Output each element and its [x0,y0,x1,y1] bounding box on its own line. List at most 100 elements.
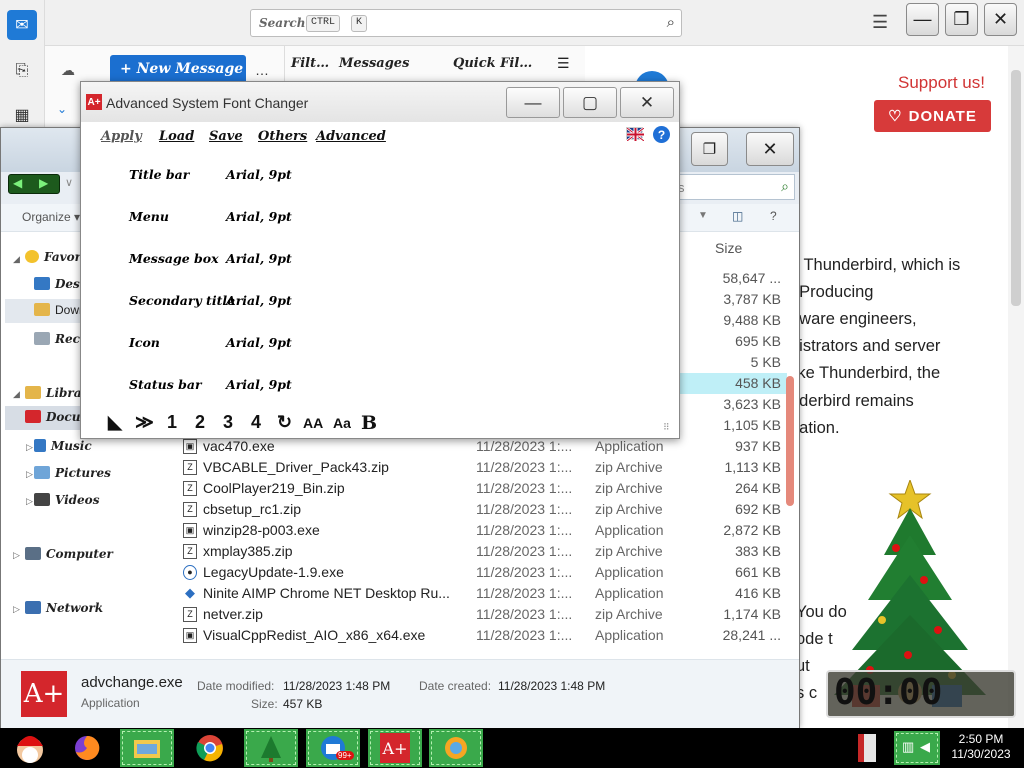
font-size-large-button[interactable]: AA [303,415,323,431]
preset-2-button[interactable]: 2 [195,412,205,433]
element-icon[interactable]: Icon [129,335,160,350]
menu-apply[interactable]: Apply [101,129,142,144]
back-forward-buttons[interactable]: ◀ ▶ [8,174,60,194]
collapse-triangle-icon[interactable]: ▷ [13,604,20,615]
app-menu-icon[interactable]: ☰ [872,12,888,33]
help-button[interactable]: ? [653,126,670,143]
preview-pane-icon[interactable]: ◫ [732,209,743,223]
nav-pictures[interactable]: Pictures [34,466,111,480]
close-button[interactable]: ✕ [984,3,1017,36]
scrollbar-thumb[interactable] [1011,70,1021,306]
back-arrow-icon[interactable]: ◀ [13,176,22,190]
font-value-menu[interactable]: Arial, 9pt [226,209,292,224]
contrast-icon[interactable]: ◣ [108,412,122,433]
file-row[interactable]: Z VBCABLE_Driver_Pack43.zip 11/28/2023 1:.… [177,457,787,478]
font-value-icon[interactable]: Arial, 9pt [226,335,292,350]
display-options-icon[interactable]: ☰ [557,55,570,72]
file-row[interactable]: ◆ Ninite AIMP Chrome NET Desktop Ru... 11/… [177,583,787,604]
minimize-button[interactable]: — [906,3,939,36]
explorer-search-input[interactable]: s ⌕ [673,174,795,200]
show-hidden-icons[interactable] [858,734,876,762]
file-row[interactable]: Zxmplay385.zip 11/28/2023 1:... zip Archiv… [177,541,787,562]
messages-label[interactable]: Messages [339,56,409,71]
file-list-scrollbar[interactable] [785,376,794,666]
preset-3-button[interactable]: 3 [223,412,233,433]
file-row[interactable]: ● LegacyUpdate-1.9.exe 11/28/2023 1:... App… [177,562,787,583]
menu-load[interactable]: Load [159,129,194,144]
forward-arrow-icon[interactable]: ▶ [39,176,48,190]
explorer-close-button[interactable]: ✕ [746,132,794,166]
global-search-input[interactable]: Search… CTRL K ⌕ [250,9,682,37]
calendar-icon[interactable]: ▦ [7,100,37,130]
help-icon[interactable]: ? [770,209,777,223]
menu-save[interactable]: Save [209,129,243,144]
preset-4-button[interactable]: 4 [251,412,261,433]
menu-others[interactable]: Others [258,129,307,144]
collapse-triangle-icon[interactable]: ▷ [26,496,33,507]
explorer-taskbar-button[interactable] [120,729,174,767]
font-value-message-box[interactable]: Arial, 9pt [226,251,292,266]
system-tray[interactable]: ▥ ◀ [894,731,940,765]
nav-network[interactable]: Network [25,601,103,615]
collapse-triangle-icon[interactable]: ▷ [26,469,33,480]
folder-pane-more[interactable]: … [255,62,269,78]
tree-app-taskbar-button[interactable] [244,729,298,767]
mail-icon[interactable]: ✉ [7,10,37,40]
address-book-icon[interactable]: ⎘ [7,56,37,86]
font-value-title-bar[interactable]: Arial, 9pt [226,167,292,182]
refresh-icon[interactable]: ↻ [277,412,292,433]
organize-button[interactable]: Organize ▾ [22,210,80,224]
file-row[interactable]: Z CoolPlayer219_Bin.zip 11/28/2023 1:... zi… [177,478,787,499]
font-value-secondary-title[interactable]: Arial, 9pt [226,293,292,308]
element-title-bar[interactable]: Title bar [129,167,189,182]
volume-tray-icon[interactable]: ◀ [920,739,930,755]
get-messages-icon[interactable]: ☁ [61,62,75,79]
expand-triangle-icon[interactable]: ◢ [13,254,20,265]
view-options-icon[interactable]: ▼ [698,210,708,221]
search-icon[interactable]: ⌕ [667,14,675,31]
collapse-triangle-icon[interactable]: ▷ [26,442,33,453]
file-row[interactable]: ▣ vac470.exe 11/28/2023 1:... Application 93… [177,436,787,457]
expand-chevron-icon[interactable]: ⌄ [57,102,67,116]
collapse-triangle-icon[interactable]: ▷ [13,550,20,561]
element-message-box[interactable]: Message box [129,251,219,266]
font-size-small-button[interactable]: Aa [333,415,351,431]
font-changer-taskbar-button[interactable]: A+ [368,729,422,767]
quick-filter-button[interactable]: Quick Fil… [453,56,532,71]
element-secondary-title[interactable]: Secondary title [129,293,235,308]
file-row[interactable]: ▣ winzip28-p003.exe 11/28/2023 1:... Applic… [177,520,787,541]
language-flag-icon[interactable] [626,127,645,142]
winamp-taskbar-button[interactable] [429,729,483,767]
explorer-restore-button[interactable]: ❐ [691,132,728,166]
file-row[interactable]: Zcbsetup_rc1.zip 11/28/2023 1:... zip Arch… [177,499,787,520]
element-status-bar[interactable]: Status bar [129,377,202,392]
size-column-header[interactable]: Size [715,240,742,256]
start-button[interactable] [0,729,60,767]
explorer-search-icon[interactable]: ⌕ [781,178,789,195]
thunderbird-taskbar-button[interactable]: 99+ [306,729,360,767]
menu-advanced[interactable]: Advanced [316,129,386,144]
preset-1-button[interactable]: 1 [167,412,177,433]
dialog-minimize-button[interactable]: — [506,87,560,118]
dialog-maximize-button[interactable]: ▢ [563,87,617,118]
filter-label[interactable]: Filt… [291,56,329,71]
scrollbar-thumb[interactable] [786,376,794,506]
restore-button[interactable]: ❐ [945,3,978,36]
taskbar-clock[interactable]: 2:50 PM 11/30/2023 [944,732,1018,762]
dialog-close-button[interactable]: ✕ [620,87,674,118]
font-value-status-bar[interactable]: Arial, 9pt [226,377,292,392]
element-menu[interactable]: Menu [129,209,169,224]
resize-grip-icon[interactable]: ⠿ [663,422,670,433]
recent-pages-chevron-icon[interactable]: ∨ [65,176,73,189]
bold-button[interactable]: B [361,412,377,434]
donate-button[interactable]: ♡ DONATE [874,100,991,132]
file-row[interactable]: ▣ VisualCppRedist_AIO_x86_x64.exe 11/28/20… [177,625,787,646]
file-row[interactable]: Znetver.zip 11/28/2023 1:... zip Archive 1,… [177,604,787,625]
nav-music[interactable]: Music [34,439,92,453]
expand-triangle-icon[interactable]: ◢ [13,389,20,400]
chrome-taskbar-button[interactable] [183,729,237,767]
nav-videos[interactable]: Videos [34,493,99,507]
nav-computer[interactable]: Computer [25,547,113,561]
firefox-taskbar-button[interactable] [60,729,114,767]
network-tray-icon[interactable]: ▥ [902,739,914,755]
